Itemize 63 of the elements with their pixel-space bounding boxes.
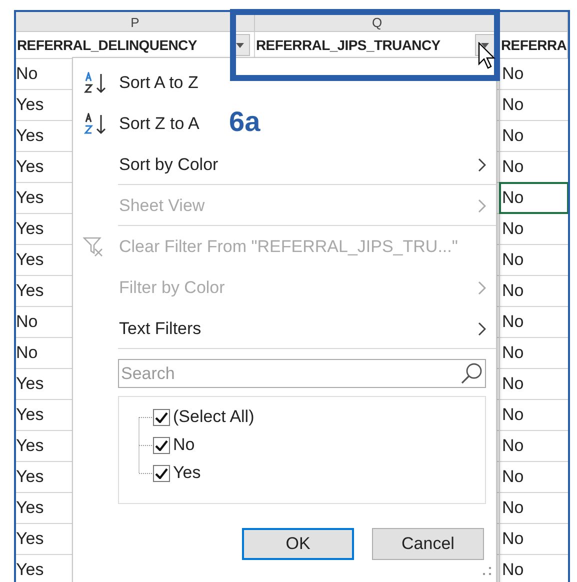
table-cell-text: No: [501, 125, 525, 148]
dropdown-arrow-icon: [236, 42, 244, 48]
value-label[interactable]: (Select All): [173, 404, 254, 430]
table-cell-text: Yes: [16, 218, 44, 240]
checkbox[interactable]: [153, 464, 170, 482]
menu-item[interactable]: Sort Z to A: [73, 103, 210, 144]
table-cell-text: No: [501, 466, 525, 488]
table-cell-text: Yes: [16, 373, 44, 396]
tree-line: [138, 417, 153, 474]
table-cell-text: No: [501, 311, 525, 334]
table-cell-text: Yes: [16, 497, 44, 520]
column-letter: Q: [372, 15, 382, 31]
column-header: REFERRAL_DELINQUENCY: [17, 36, 197, 55]
callout-label: 6a: [229, 105, 260, 139]
chevron-right-icon: [478, 322, 486, 336]
table-cell-text: No: [16, 63, 38, 86]
dialog-button[interactable]: OK: [242, 528, 354, 560]
column-header: REFERRA: [501, 36, 567, 54]
menu-item[interactable]: Sort A to Z: [73, 62, 208, 103]
table-cell: No: [500, 183, 568, 213]
value-label[interactable]: Yes: [173, 460, 201, 486]
clear-filter-icon: [83, 236, 105, 256]
table-cell-text: No: [501, 373, 525, 396]
value-label[interactable]: No: [173, 432, 195, 458]
checkbox[interactable]: [153, 436, 170, 454]
table-cell-text: No: [501, 497, 525, 520]
table-cell-text: Yes: [16, 466, 44, 488]
dialog-button[interactable]: Cancel: [372, 528, 484, 560]
table-cell-text: No: [501, 280, 525, 302]
chevron-right-icon: [478, 158, 486, 172]
table-cell-text: No: [501, 63, 525, 86]
table-cell-text: Yes: [16, 528, 44, 550]
table-cell-text: No: [501, 342, 525, 364]
table-cell-text: Yes: [16, 156, 44, 178]
checkbox[interactable]: [153, 408, 170, 426]
table-cell-text: No: [16, 342, 38, 364]
table-cell-text: No: [501, 94, 525, 116]
table-cell-text: Yes: [16, 249, 44, 272]
menu-item[interactable]: Text Filters: [73, 308, 496, 349]
chevron-right-icon: [478, 198, 486, 212]
dropdown-arrow-icon: [481, 42, 489, 48]
column-header: REFERRAL_JIPS_TRUANCY: [256, 36, 440, 54]
table-cell-text: Yes: [16, 280, 44, 302]
table-cell-text: No: [501, 559, 525, 582]
resize-grip-icon: [482, 566, 492, 576]
table-cell-text: No: [501, 218, 525, 240]
chevron-right-icon: [478, 280, 486, 294]
column-letter: P: [130, 15, 140, 31]
table-cell-text: Yes: [16, 435, 44, 458]
table-cell-text: Yes: [16, 559, 44, 582]
table-cell-text: No: [501, 249, 525, 272]
table-cell-text: Yes: [16, 404, 44, 426]
table-cell-text: Yes: [16, 187, 44, 210]
table-cell-text: No: [501, 156, 525, 178]
table-cell-text: Yes: [16, 94, 44, 116]
table-cell-text: No: [16, 311, 38, 334]
search-icon: [460, 361, 484, 385]
table-cell-text: No: [501, 435, 525, 458]
search-field[interactable]: Search: [118, 359, 486, 388]
menu-item[interactable]: Sort by Color: [73, 144, 496, 185]
table-cell-text: No: [501, 404, 525, 426]
table-cell-text: No: [501, 528, 525, 550]
table-cell-text: Yes: [16, 125, 44, 148]
